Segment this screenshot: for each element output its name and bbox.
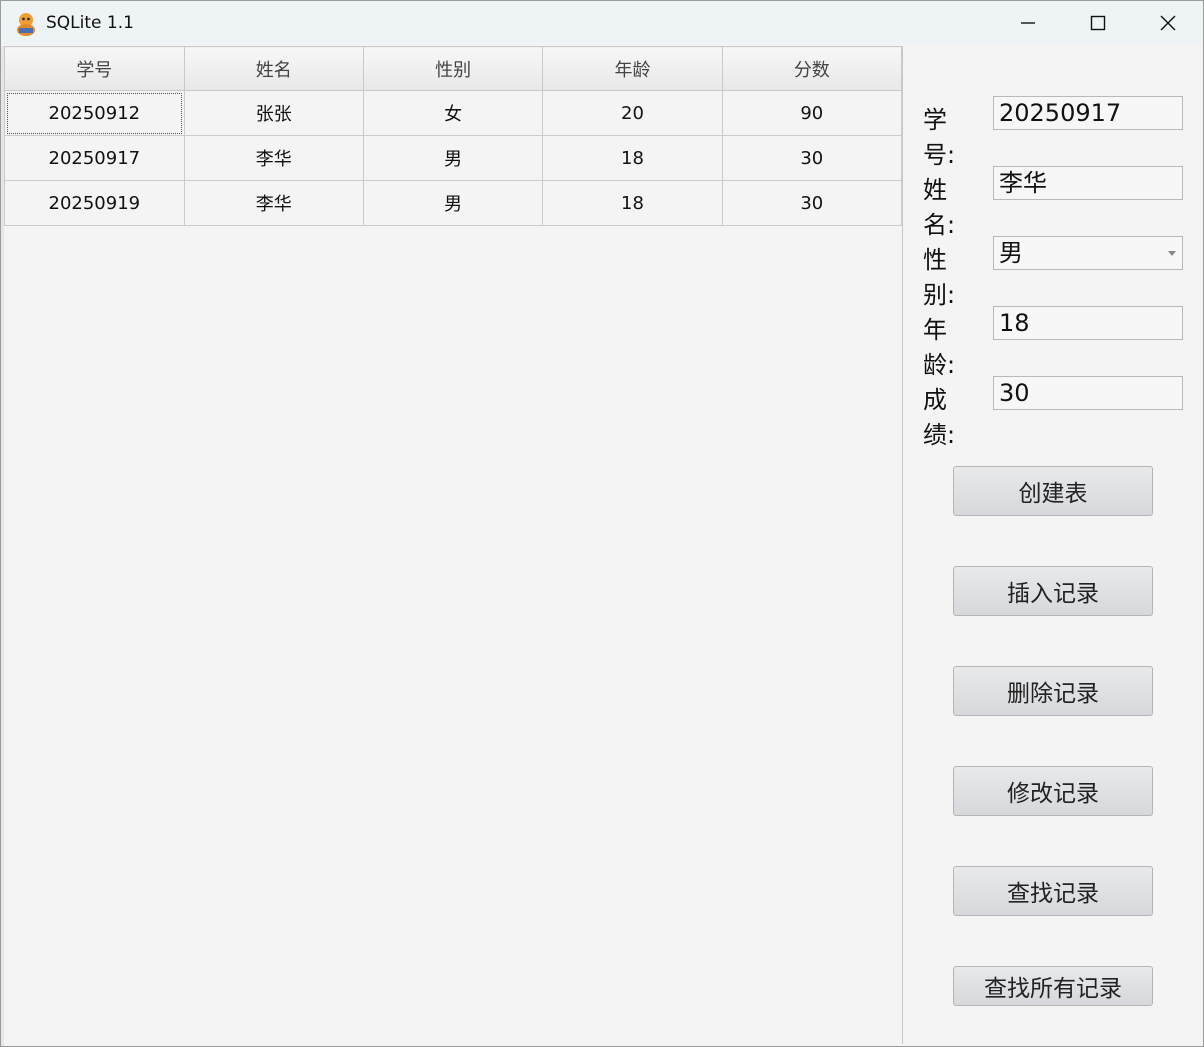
app-icon xyxy=(17,13,35,36)
column-header[interactable]: 年龄 xyxy=(542,46,723,91)
app-window: SQLite 1.1 学号 姓名 性别 年龄 分数 20250912 张张 女 … xyxy=(0,0,1204,1047)
maximize-icon xyxy=(1090,15,1106,31)
table-cell[interactable]: 20 xyxy=(542,90,723,136)
maximize-button[interactable] xyxy=(1063,1,1133,45)
column-header[interactable]: 学号 xyxy=(4,46,185,91)
minimize-icon xyxy=(1021,22,1035,24)
table-cell[interactable]: 张张 xyxy=(183,90,364,136)
age-label: 年龄: xyxy=(923,316,956,379)
name-input[interactable]: 李华 xyxy=(993,166,1183,200)
find-record-button[interactable]: 查找记录 xyxy=(953,866,1153,916)
score-input[interactable]: 30 xyxy=(993,376,1183,410)
table-cell[interactable]: 男 xyxy=(362,180,544,226)
delete-record-button[interactable]: 删除记录 xyxy=(953,666,1153,716)
record-table-view[interactable]: 学号 姓名 性别 年龄 分数 20250912 张张 女 20 90 20250… xyxy=(4,46,903,1044)
table-cell[interactable]: 30 xyxy=(721,180,903,226)
record-form-panel: 学号: 20250917 姓名: 李华 性别: 男 年龄: 18 成绩: 30 … xyxy=(903,46,1203,1044)
table-cell[interactable]: 男 xyxy=(362,135,544,181)
table-row[interactable]: 20250912 张张 女 20 90 xyxy=(4,90,903,136)
close-icon xyxy=(1160,15,1176,31)
gender-select[interactable]: 男 xyxy=(993,236,1183,270)
insert-record-button[interactable]: 插入记录 xyxy=(953,566,1153,616)
update-record-button[interactable]: 修改记录 xyxy=(953,766,1153,816)
close-button[interactable] xyxy=(1133,1,1203,45)
table-cell[interactable]: 20250917 xyxy=(4,135,185,181)
table-row[interactable]: 20250919 李华 男 18 30 xyxy=(4,180,903,226)
minimize-button[interactable] xyxy=(993,1,1063,45)
table-cell[interactable]: 李华 xyxy=(183,180,364,226)
create-table-button[interactable]: 创建表 xyxy=(953,466,1153,516)
name-label: 姓名: xyxy=(923,176,956,239)
age-input[interactable]: 18 xyxy=(993,306,1183,340)
table-cell[interactable]: 30 xyxy=(721,135,903,181)
student-id-input[interactable]: 20250917 xyxy=(993,96,1183,130)
chevron-down-icon xyxy=(1168,251,1176,256)
gender-label: 性别: xyxy=(923,246,956,309)
table-cell[interactable]: 20250912 xyxy=(4,90,185,136)
table-cell[interactable]: 20250919 xyxy=(4,180,185,226)
gender-select-value: 男 xyxy=(999,239,1023,267)
table-cell[interactable]: 18 xyxy=(542,180,723,226)
window-title: SQLite 1.1 xyxy=(46,13,134,33)
table-row[interactable]: 20250917 李华 男 18 30 xyxy=(4,135,903,181)
table-header-row: 学号 姓名 性别 年龄 分数 xyxy=(4,46,903,91)
column-header[interactable]: 姓名 xyxy=(183,46,364,91)
student-id-label: 学号: xyxy=(923,106,956,169)
table-cell[interactable]: 90 xyxy=(721,90,903,136)
record-table: 学号 姓名 性别 年龄 分数 20250912 张张 女 20 90 20250… xyxy=(4,46,903,226)
title-bar[interactable]: SQLite 1.1 xyxy=(1,1,1203,45)
column-header[interactable]: 性别 xyxy=(362,46,544,91)
column-header[interactable]: 分数 xyxy=(721,46,903,91)
table-cell[interactable]: 女 xyxy=(362,90,544,136)
table-cell[interactable]: 18 xyxy=(542,135,723,181)
find-all-records-button[interactable]: 查找所有记录 xyxy=(953,966,1153,1006)
table-cell[interactable]: 李华 xyxy=(183,135,364,181)
score-label: 成绩: xyxy=(923,386,956,449)
